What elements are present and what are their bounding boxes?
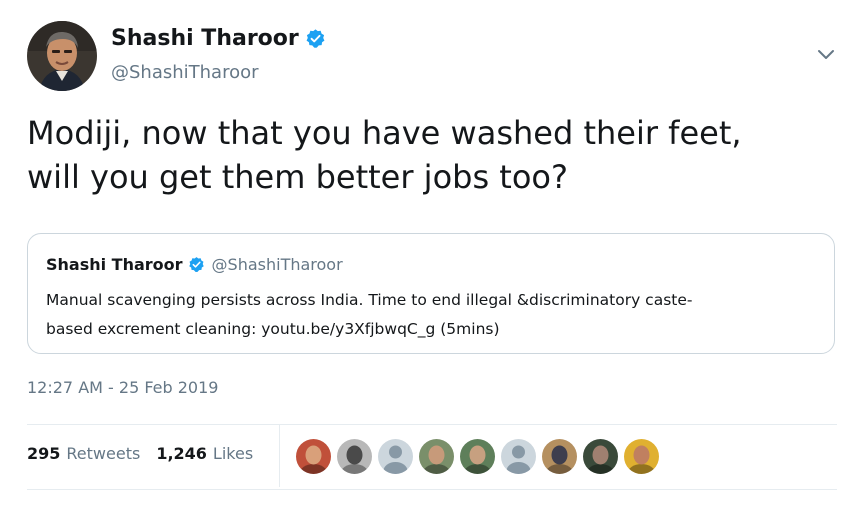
divider — [27, 489, 837, 490]
tweet-stats: 295 Retweets 1,246 Likes — [27, 444, 253, 463]
liker-avatar[interactable] — [542, 439, 577, 474]
quoted-author-handle: @ShashiTharoor — [211, 255, 343, 274]
quoted-text-line: Manual scavenging persists across India.… — [46, 291, 693, 309]
quoted-tweet-text: Manual scavenging persists across India.… — [46, 286, 821, 344]
retweets-stat[interactable]: 295 Retweets — [27, 444, 140, 463]
liker-avatar[interactable] — [296, 439, 331, 474]
tweet-text-line: Modiji, now that you have washed their f… — [27, 114, 742, 152]
liker-avatars — [296, 439, 659, 474]
vertical-divider — [279, 425, 280, 487]
liker-avatar[interactable] — [460, 439, 495, 474]
tweet-text-line: will you get them better jobs too? — [27, 158, 568, 196]
likes-label: Likes — [212, 444, 254, 463]
liker-avatar[interactable] — [419, 439, 454, 474]
likes-stat[interactable]: 1,246 Likes — [156, 444, 253, 463]
liker-avatar[interactable] — [378, 439, 413, 474]
quoted-author-name: Shashi Tharoor — [46, 255, 183, 274]
verified-badge-icon — [188, 256, 205, 273]
likes-count: 1,246 — [156, 444, 207, 463]
divider — [27, 424, 837, 425]
retweets-label: Retweets — [66, 444, 141, 463]
tweet-text: Modiji, now that you have washed their f… — [27, 111, 837, 199]
quoted-tweet-card[interactable]: Shashi Tharoor @ShashiTharoor Manual sca… — [27, 233, 835, 354]
author-name[interactable]: Shashi Tharoor — [111, 26, 299, 51]
quoted-text-line[interactable]: based excrement cleaning: youtu.be/y3Xfj… — [46, 315, 821, 344]
author-avatar[interactable] — [27, 21, 97, 91]
liker-avatar[interactable] — [337, 439, 372, 474]
chevron-down-icon[interactable] — [816, 44, 836, 64]
verified-badge-icon — [305, 28, 326, 49]
author-handle[interactable]: @ShashiTharoor — [111, 62, 259, 83]
liker-avatar[interactable] — [624, 439, 659, 474]
retweets-count: 295 — [27, 444, 61, 463]
liker-avatar[interactable] — [583, 439, 618, 474]
liker-avatar[interactable] — [501, 439, 536, 474]
tweet-timestamp[interactable]: 12:27 AM - 25 Feb 2019 — [27, 378, 218, 397]
